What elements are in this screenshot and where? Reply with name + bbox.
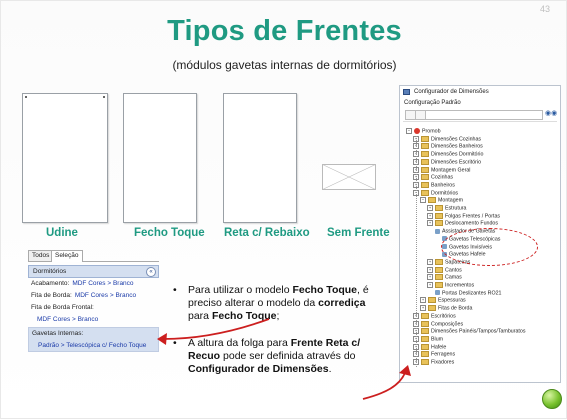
arrow-to-dialog (362, 372, 406, 400)
arrows-overlay (157, 318, 411, 400)
arrow-to-panel-head (157, 333, 167, 345)
arrow-to-panel (162, 318, 270, 340)
slide: 43 Tipos de Frentes (módulos gavetas int… (0, 0, 567, 419)
arrow-to-dialog-head (399, 365, 411, 376)
next-slide-button[interactable] (542, 389, 562, 409)
